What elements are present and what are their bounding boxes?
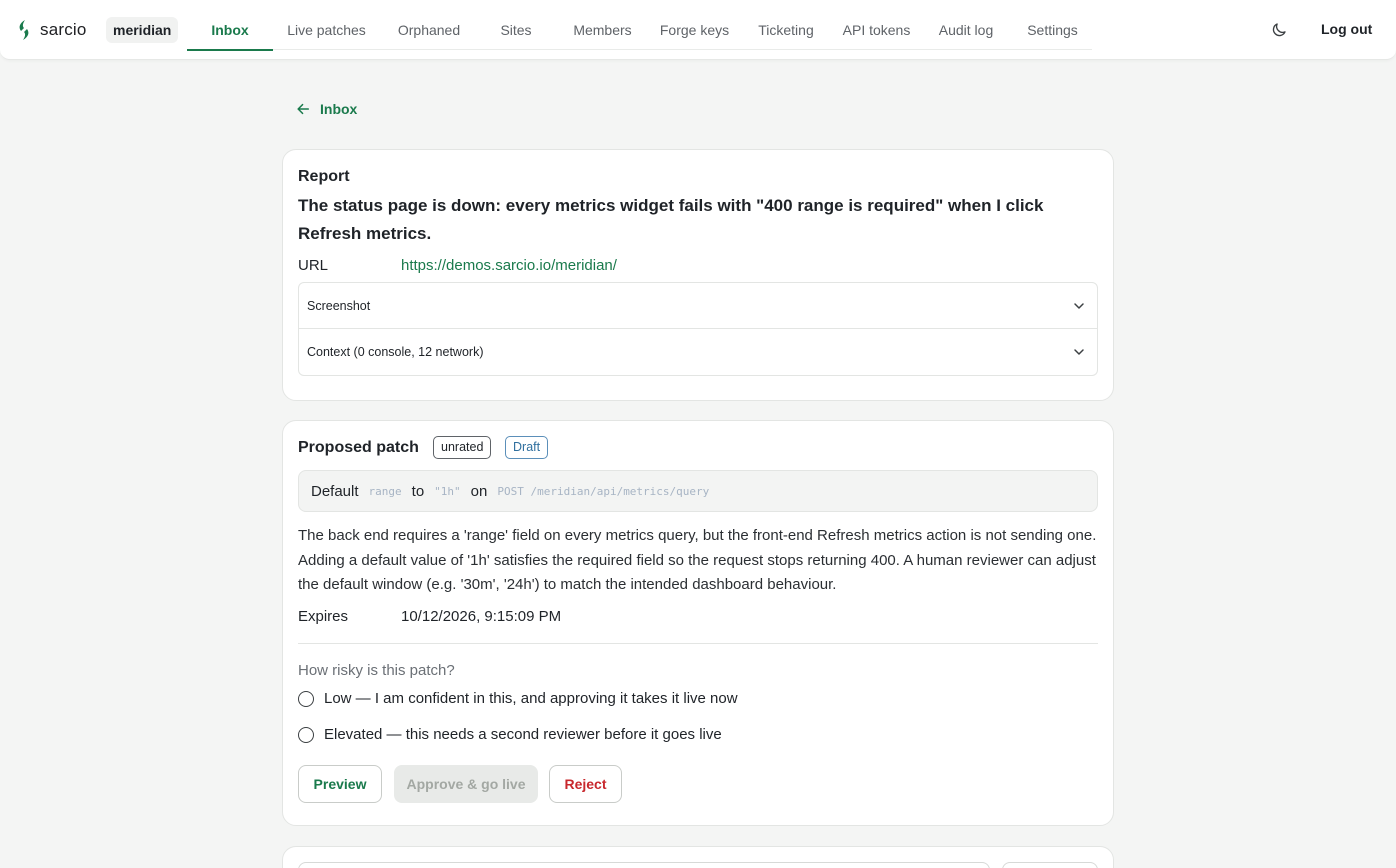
reject-button[interactable]: Reject <box>549 765 622 803</box>
radio-button[interactable] <box>298 726 314 743</box>
logout-button[interactable]: Log out <box>1321 21 1372 37</box>
status-badge: Draft <box>505 436 549 459</box>
report-card: Report The status page is down: every me… <box>282 149 1114 401</box>
tab-audit-log[interactable]: Audit log <box>919 0 1013 50</box>
sarcio-leaf-icon <box>19 20 29 40</box>
risk-option-label: Elevated — this needs a second reviewer … <box>324 726 722 743</box>
accordion-label: Screenshot <box>307 299 371 313</box>
comment-input[interactable] <box>298 862 990 868</box>
patch-summary: Default range to "1h" on POST /meridian/… <box>298 470 1098 512</box>
expires-label: Expires <box>298 608 349 625</box>
comment-card <box>282 846 1114 868</box>
summary-word: on <box>470 482 488 500</box>
patch-heading: Proposed patch <box>298 439 419 456</box>
back-link-label: Inbox <box>320 101 358 117</box>
tab-orphaned[interactable]: Orphaned <box>380 0 478 50</box>
radio-button[interactable] <box>298 690 314 707</box>
summary-field-code: range <box>368 484 402 498</box>
preview-button[interactable]: Preview <box>298 765 382 803</box>
arrow-left-icon <box>297 103 310 115</box>
summary-word: to <box>411 482 425 500</box>
risk-option-low[interactable]: Low — I am confident in this, and approv… <box>298 690 738 707</box>
tab-ticketing[interactable]: Ticketing <box>738 0 834 50</box>
top-bar: sarcio meridian Inbox Live patches Orpha… <box>0 0 1396 60</box>
brand-name: sarcio <box>40 20 87 39</box>
comment-submit-button[interactable] <box>1002 862 1098 868</box>
accordion-label: Context (0 console, 12 network) <box>307 345 484 359</box>
report-url-link[interactable]: https://demos.sarcio.io/meridian/ <box>401 257 617 274</box>
risk-option-elevated[interactable]: Elevated — this needs a second reviewer … <box>298 726 722 743</box>
tab-settings[interactable]: Settings <box>1013 0 1092 50</box>
summary-value-code: "1h" <box>434 484 461 498</box>
chevron-down-icon <box>1074 349 1084 355</box>
summary-endpoint-code: POST /meridian/api/metrics/query <box>497 484 710 498</box>
tab-inbox[interactable]: Inbox <box>187 0 273 51</box>
proposed-patch-card: Proposed patch unrated Draft Default ran… <box>282 420 1114 826</box>
approve-go-live-button[interactable]: Approve & go live <box>394 765 538 803</box>
risk-option-label: Low — I am confident in this, and approv… <box>324 690 738 707</box>
tab-api-tokens[interactable]: API tokens <box>834 0 919 50</box>
expires-value: 10/12/2026, 9:15:09 PM <box>401 608 562 625</box>
tab-live-patches[interactable]: Live patches <box>273 0 380 50</box>
moon-icon[interactable] <box>1270 21 1288 39</box>
chevron-down-icon <box>1074 303 1084 309</box>
report-heading: Report <box>298 168 350 185</box>
patch-description: The back end requires a 'range' field on… <box>298 527 1097 593</box>
report-title: The status page is down: every metrics w… <box>298 196 1044 243</box>
back-to-inbox-link[interactable]: Inbox <box>296 101 357 117</box>
brand-logo[interactable]: sarcio <box>16 19 87 41</box>
rating-badge: unrated <box>433 436 492 459</box>
divider <box>298 643 1098 644</box>
main-nav: Inbox Live patches Orphaned Sites Member… <box>187 0 1092 51</box>
context-accordion[interactable]: Context (0 console, 12 network) <box>298 329 1098 376</box>
summary-word: Default <box>311 482 359 500</box>
tab-sites[interactable]: Sites <box>478 0 554 50</box>
org-switcher[interactable]: meridian <box>106 17 179 43</box>
url-label: URL <box>298 257 329 274</box>
screenshot-accordion[interactable]: Screenshot <box>298 282 1098 329</box>
tab-members[interactable]: Members <box>554 0 651 50</box>
tab-forge-keys[interactable]: Forge keys <box>651 0 738 50</box>
risk-question: How risky is this patch? <box>298 662 455 679</box>
